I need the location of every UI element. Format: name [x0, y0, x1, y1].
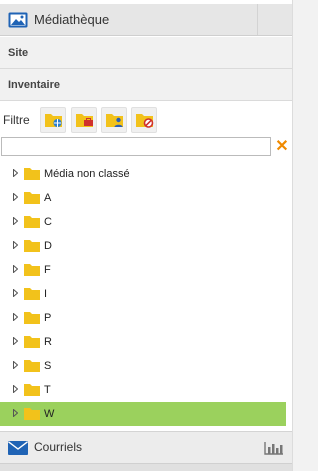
mediatheque-header[interactable]: Médiathèque — [0, 4, 292, 36]
folder-icon — [24, 192, 40, 204]
tree-item-w[interactable]: W — [0, 402, 286, 426]
folder-icon — [24, 360, 40, 372]
tree-item-i[interactable]: I — [0, 282, 286, 306]
chevron-right-icon[interactable] — [13, 337, 18, 345]
panel-scrollbar[interactable] — [292, 0, 318, 471]
section-inventaire-label: Inventaire — [8, 79, 60, 91]
folder-briefcase-icon — [76, 114, 93, 127]
tree-item-label: D — [44, 240, 52, 252]
courriels-header[interactable]: Courriels — [0, 431, 292, 463]
footer-title: Courriels — [34, 440, 83, 454]
bar-chart-icon[interactable] — [264, 441, 284, 460]
tree-item-label: Média non classé — [44, 168, 130, 180]
tree-item-label: F — [44, 264, 51, 276]
tree-item-label: W — [44, 408, 55, 420]
header-title: Médiathèque — [34, 12, 110, 27]
tree-item-d[interactable]: D — [0, 234, 286, 258]
section-inventaire[interactable]: Inventaire — [0, 69, 292, 101]
folder-icon — [24, 288, 40, 300]
tree-item-label: I — [44, 288, 48, 300]
folder-icon — [24, 264, 40, 276]
filter-forbidden-button[interactable] — [131, 107, 157, 133]
tree-item-label: C — [44, 216, 52, 228]
filter-user-button[interactable] — [101, 107, 127, 133]
tree-item-label: R — [44, 336, 52, 348]
search-input[interactable] — [1, 137, 271, 156]
chevron-right-icon[interactable] — [13, 361, 18, 369]
folder-icon — [24, 408, 40, 420]
folder-icon — [24, 384, 40, 396]
tree-item-f[interactable]: F — [0, 258, 286, 282]
mail-icon — [8, 441, 28, 460]
chevron-right-icon[interactable] — [13, 193, 18, 201]
tree-item-label: S — [44, 360, 52, 372]
section-site[interactable]: Site — [0, 37, 292, 69]
chevron-right-icon[interactable] — [13, 265, 18, 273]
header-divider — [257, 4, 258, 35]
folder-user-icon — [106, 114, 123, 127]
filter-globe-button[interactable] — [40, 107, 66, 133]
next-section-header[interactable] — [0, 463, 292, 471]
chevron-right-icon[interactable] — [13, 409, 18, 417]
section-site-label: Site — [8, 47, 29, 59]
image-icon — [8, 12, 28, 33]
tree-item-label: A — [44, 192, 52, 204]
tree-item-label: T — [44, 384, 51, 396]
tree-item-a[interactable]: A — [0, 186, 286, 210]
clear-search-icon[interactable]: ✕ — [274, 137, 290, 156]
folder-forbidden-icon — [136, 114, 154, 128]
tree-item-p[interactable]: P — [0, 306, 286, 330]
folder-icon — [24, 216, 40, 228]
chevron-right-icon[interactable] — [13, 289, 18, 297]
folder-icon — [24, 336, 40, 348]
tree-item-r[interactable]: R — [0, 330, 286, 354]
tree-item-t[interactable]: T — [0, 378, 286, 402]
chevron-right-icon[interactable] — [13, 313, 18, 321]
tree-item-s[interactable]: S — [0, 354, 286, 378]
filter-label: Filtre — [3, 113, 30, 127]
tree-item-media-non-classe[interactable]: Média non classé — [0, 162, 286, 186]
folder-icon — [24, 240, 40, 252]
chevron-right-icon[interactable] — [13, 217, 18, 225]
media-panel: Médiathèque Site Inventaire Filtre ✕ Méd… — [0, 0, 292, 471]
tree-item-label: P — [44, 312, 52, 324]
chevron-right-icon[interactable] — [13, 169, 18, 177]
chevron-right-icon[interactable] — [13, 385, 18, 393]
folder-icon — [24, 168, 40, 180]
filter-briefcase-button[interactable] — [71, 107, 97, 133]
folder-icon — [24, 312, 40, 324]
folder-globe-icon — [45, 114, 62, 127]
tree-item-c[interactable]: C — [0, 210, 286, 234]
filter-bar: Filtre — [0, 105, 292, 135]
chevron-right-icon[interactable] — [13, 241, 18, 249]
